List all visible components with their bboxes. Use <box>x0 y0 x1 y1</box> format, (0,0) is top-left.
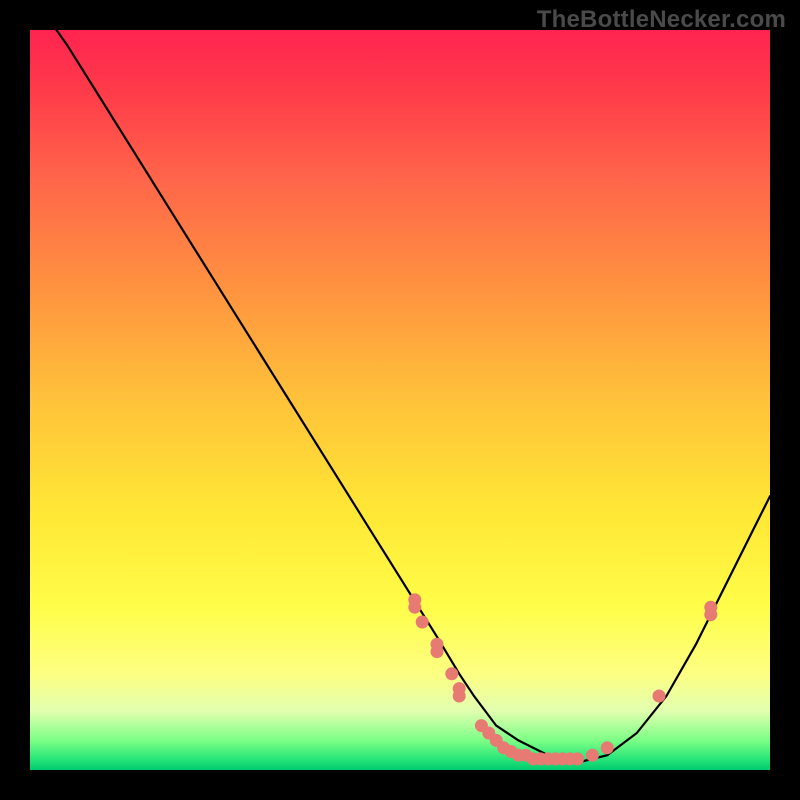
data-point <box>653 690 666 703</box>
data-point <box>431 645 444 658</box>
data-point <box>416 616 429 629</box>
plot-area <box>30 30 770 770</box>
curve-layer <box>30 30 770 770</box>
data-points-group <box>408 593 717 765</box>
data-point <box>571 752 584 765</box>
data-point <box>453 690 466 703</box>
bottleneck-curve <box>30 30 770 763</box>
data-point <box>586 749 599 762</box>
chart-container: TheBottleNecker.com <box>0 0 800 800</box>
data-point <box>408 601 421 614</box>
data-point <box>704 601 717 614</box>
data-point <box>601 741 614 754</box>
data-point <box>445 667 458 680</box>
